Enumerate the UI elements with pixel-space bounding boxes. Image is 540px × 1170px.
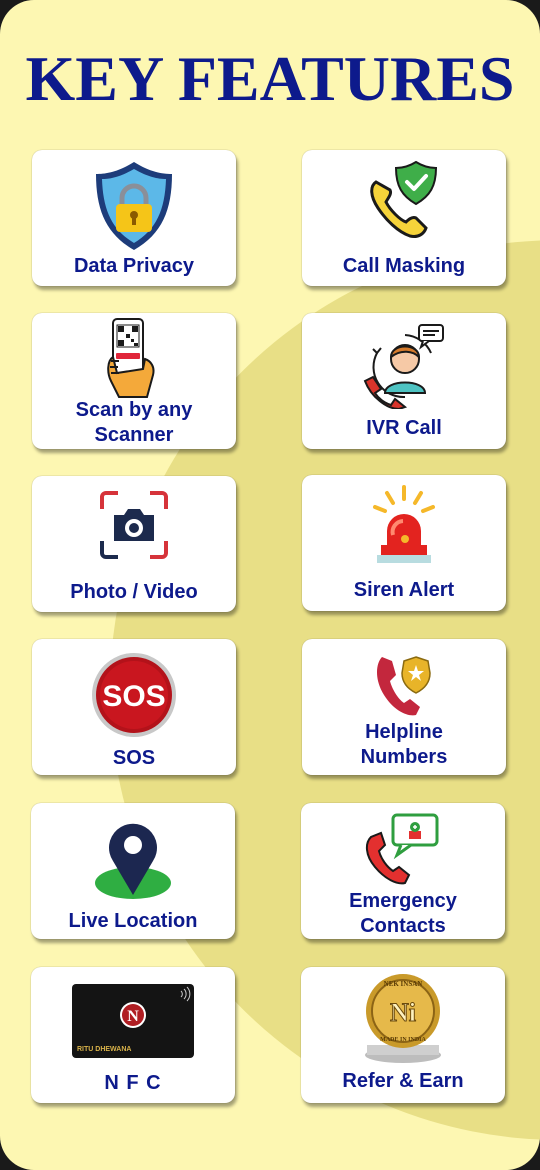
coin-letter: Ni bbox=[390, 998, 416, 1027]
feature-label: IVR Call bbox=[366, 417, 442, 439]
phone-badge-icon bbox=[377, 656, 431, 716]
feature-card-scan[interactable]: Scan by any Scanner bbox=[32, 313, 236, 449]
feature-label: Emergency Contacts bbox=[349, 890, 457, 937]
shield-lock-icon bbox=[96, 162, 172, 250]
feature-card-sos[interactable]: SOS SOS bbox=[32, 639, 236, 775]
feature-label: Photo / Video bbox=[70, 581, 198, 603]
features-panel: KEY FEATURES Data Privacy Call Masking S… bbox=[0, 0, 540, 1170]
siren-icon bbox=[373, 485, 435, 563]
feature-label: Helpline Numbers bbox=[360, 721, 448, 768]
feature-card-nfc[interactable]: N RITU DHEWANA N F C bbox=[31, 967, 235, 1103]
coin-top-text: NEK INSAN bbox=[384, 980, 423, 988]
feature-label: Siren Alert bbox=[353, 579, 455, 601]
coin-icon: NEK INSAN MADE IN INDIA Ni bbox=[365, 974, 441, 1063]
feature-card-helpline[interactable]: Helpline Numbers bbox=[302, 639, 506, 775]
feature-card-siren-alert[interactable]: Siren Alert bbox=[302, 475, 506, 611]
phone-shield-icon bbox=[370, 160, 438, 238]
page-title: KEY FEATURES bbox=[25, 43, 515, 114]
call-agent-icon bbox=[363, 324, 444, 409]
feature-card-data-privacy[interactable]: Data Privacy bbox=[32, 150, 236, 286]
sos-icon: SOS bbox=[92, 653, 176, 737]
feature-label: Scan by any Scanner bbox=[75, 399, 193, 446]
feature-card-ivr-call[interactable]: IVR Call bbox=[302, 313, 506, 449]
feature-label: Data Privacy bbox=[73, 255, 195, 277]
feature-card-refer-earn[interactable]: NEK INSAN MADE IN INDIA Ni Refer & Earn bbox=[301, 967, 505, 1103]
svg-text:SOS: SOS bbox=[102, 680, 165, 713]
card-name: RITU DHEWANA bbox=[77, 1046, 131, 1053]
hand-qr-scan-icon bbox=[107, 318, 155, 398]
feature-card-call-masking[interactable]: Call Masking bbox=[302, 150, 506, 286]
card-logo: N bbox=[127, 1008, 139, 1025]
feature-label: Live Location bbox=[68, 910, 198, 932]
feature-card-emergency-contacts[interactable]: Emergency Contacts bbox=[301, 803, 505, 939]
camera-frame-icon bbox=[100, 491, 168, 559]
nfc-card-icon: N RITU DHEWANA bbox=[72, 984, 194, 1058]
coin-bottom-text: MADE IN INDIA bbox=[380, 1037, 426, 1043]
location-pin-icon bbox=[95, 823, 171, 899]
feature-label: Call Masking bbox=[342, 255, 466, 277]
feature-label: SOS bbox=[112, 747, 156, 769]
phone-medical-chat-icon bbox=[365, 813, 439, 885]
feature-card-live-location[interactable]: Live Location bbox=[31, 803, 235, 939]
feature-card-photo-video[interactable]: Photo / Video bbox=[32, 476, 236, 612]
feature-label: Refer & Earn bbox=[342, 1070, 464, 1092]
feature-label: N F C bbox=[104, 1072, 162, 1094]
